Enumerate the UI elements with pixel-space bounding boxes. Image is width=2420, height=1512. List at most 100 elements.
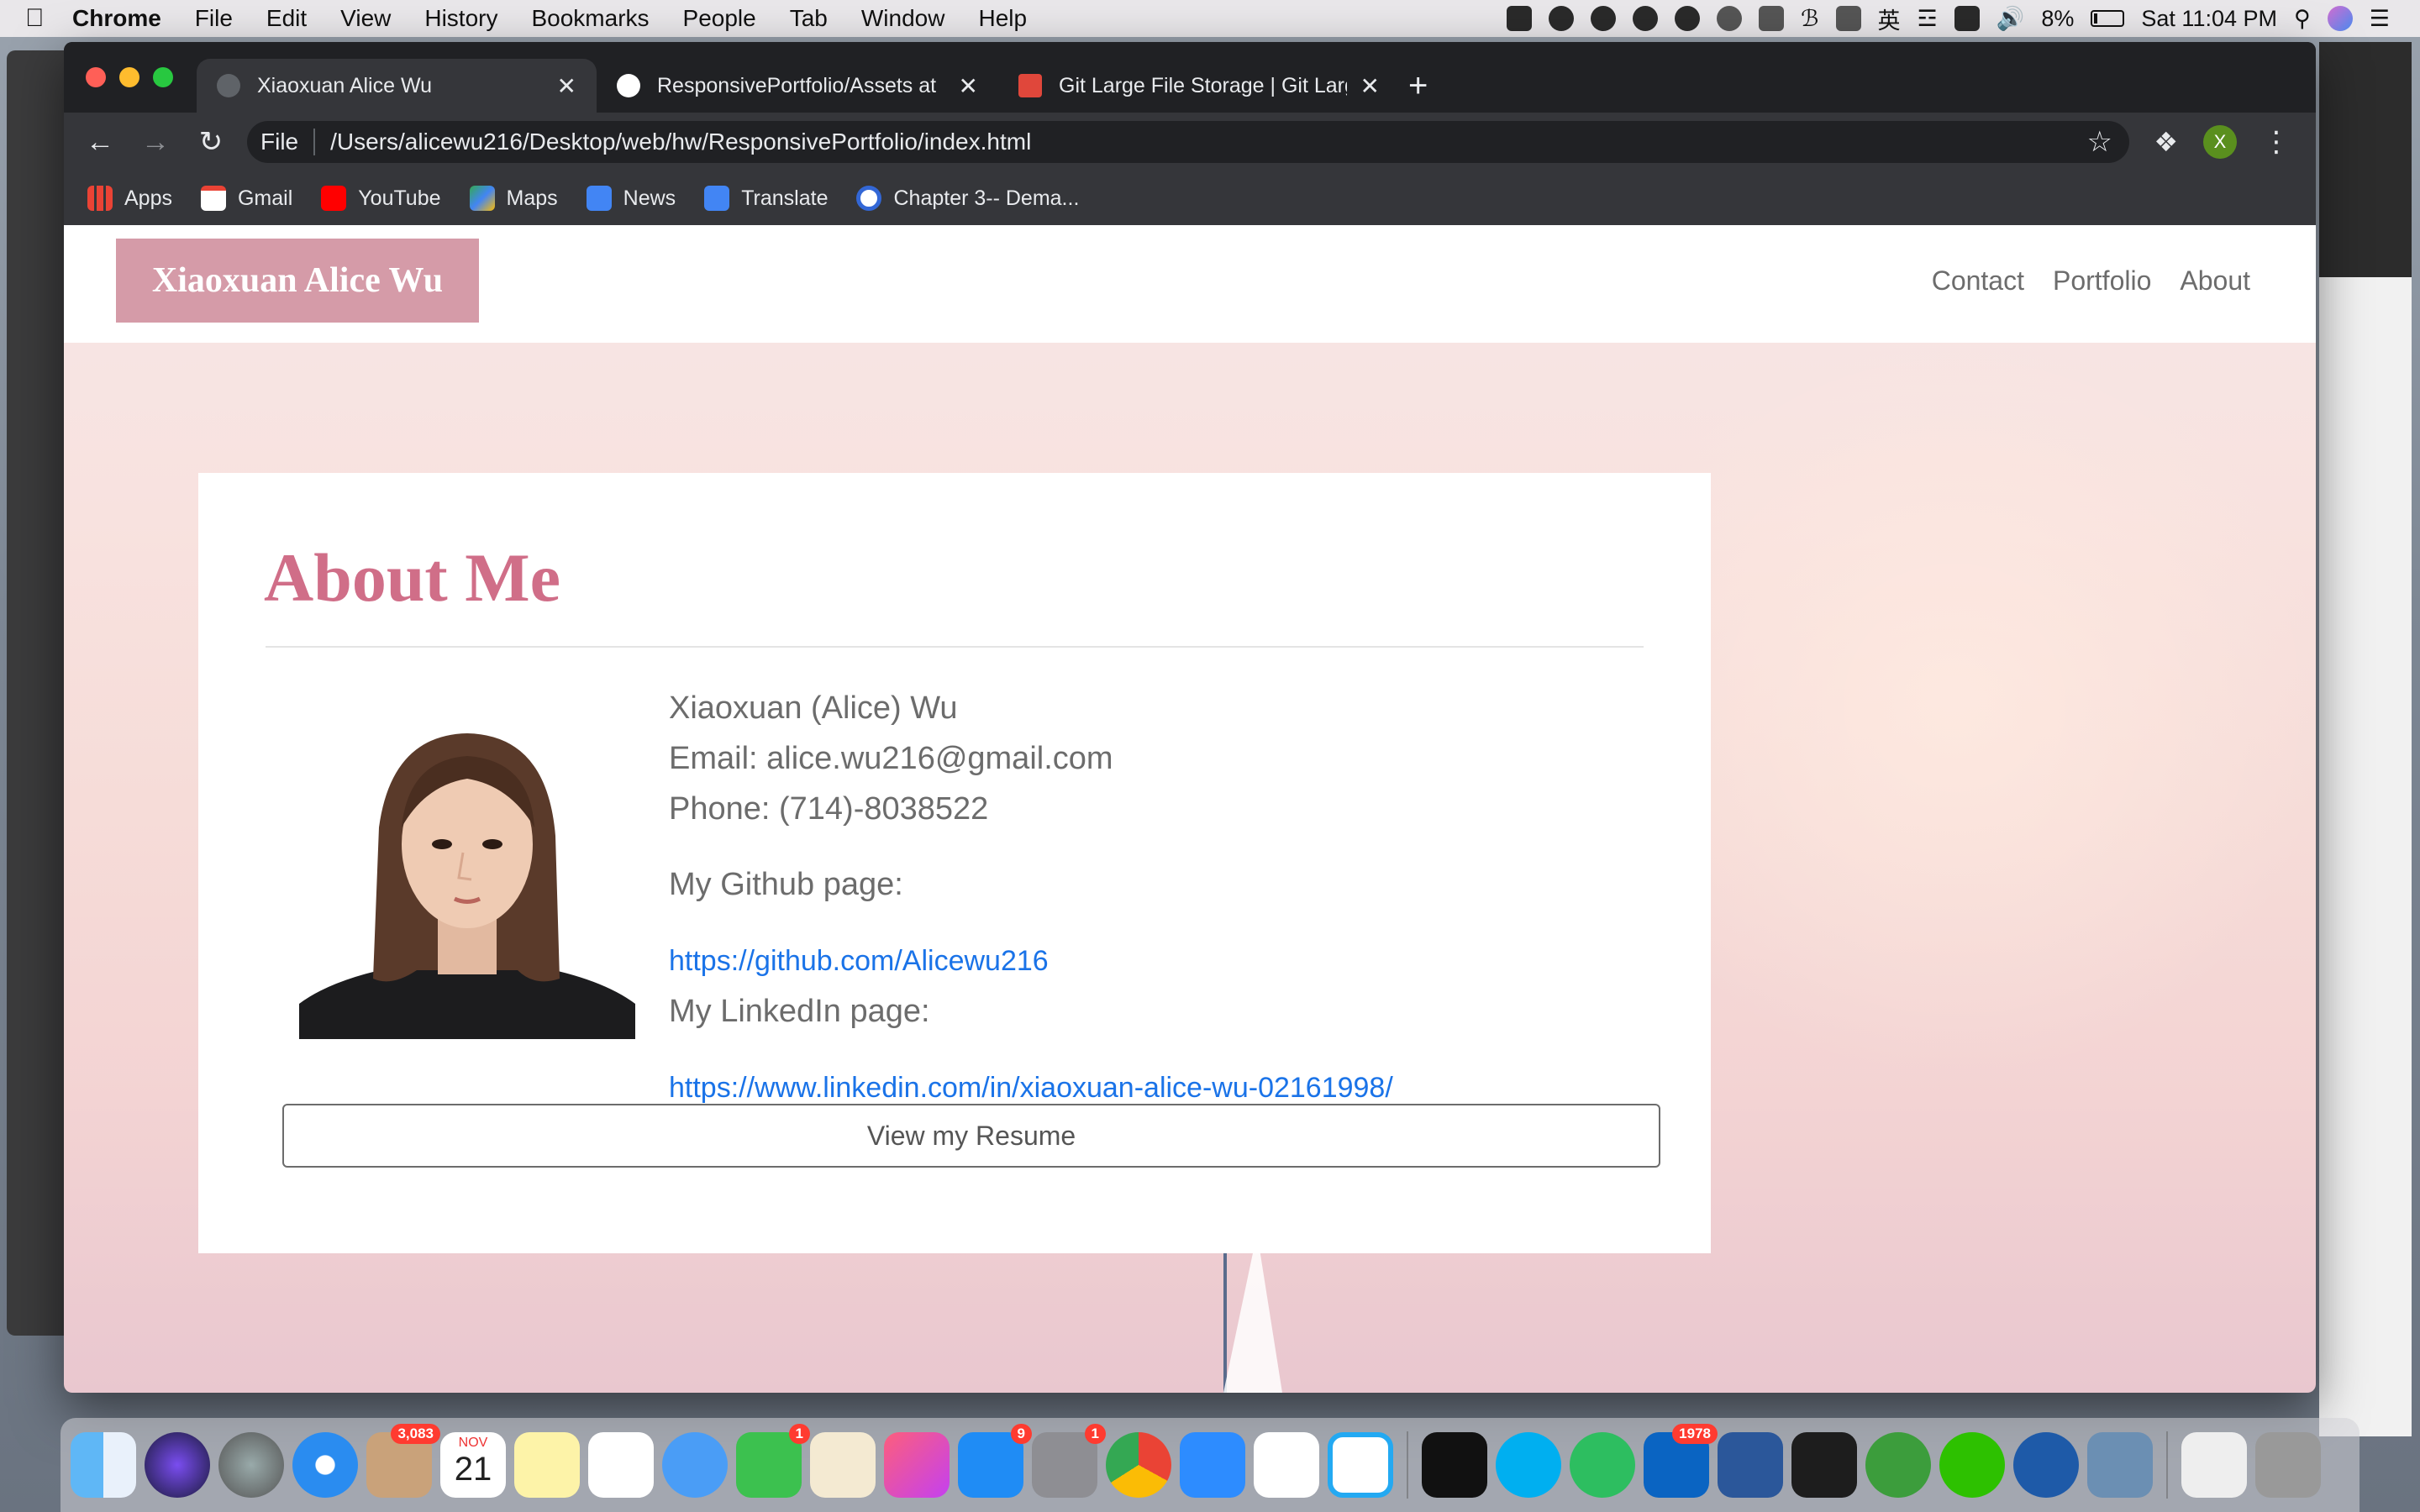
close-tab-icon[interactable]: ✕ [959, 72, 978, 100]
profile-avatar[interactable]: X [2203, 125, 2237, 159]
display-status-icon[interactable] [1835, 6, 1861, 31]
battery-icon[interactable] [2091, 10, 2125, 27]
slack-icon[interactable] [1254, 1432, 1319, 1498]
microphone-status-icon[interactable] [1759, 6, 1785, 31]
bookmark-translate[interactable]: Translate [704, 186, 828, 211]
forward-arrow-icon[interactable]: → [136, 123, 175, 161]
site-brand[interactable]: Xiaoxuan Alice Wu [116, 239, 479, 323]
pages-icon[interactable] [810, 1432, 876, 1498]
finder-icon[interactable] [71, 1432, 136, 1498]
dock-separator [2166, 1431, 2168, 1499]
tab-github-assets[interactable]: ResponsivePortfolio/Assets at ✕ [597, 59, 998, 113]
view-resume-button[interactable]: View my Resume [282, 1104, 1660, 1168]
siri-icon[interactable] [2327, 6, 2353, 31]
nav-about[interactable]: About [2180, 265, 2250, 297]
menu-edit[interactable]: Edit [266, 5, 307, 32]
quizlet-icon [856, 186, 882, 211]
document-thumbnail-icon[interactable] [2181, 1432, 2247, 1498]
siri-dock-icon[interactable] [145, 1432, 210, 1498]
menu-window[interactable]: Window [861, 5, 945, 32]
facetime-icon[interactable]: 1 [736, 1424, 810, 1498]
activity-monitor-icon[interactable] [1791, 1432, 1857, 1498]
system-preferences-icon[interactable]: 1 [1032, 1424, 1106, 1498]
menu-file[interactable]: File [195, 5, 233, 32]
outlook-icon[interactable]: 1978 [1644, 1424, 1718, 1498]
tab-title: ResponsivePortfolio/Assets at [657, 73, 937, 97]
preview-icon[interactable] [2087, 1432, 2153, 1498]
emoji-status-icon[interactable] [1717, 6, 1743, 31]
battery-percentage[interactable]: 8% [2041, 6, 2074, 32]
trash-icon[interactable] [2255, 1432, 2321, 1498]
menu-people[interactable]: People [683, 5, 756, 32]
bluetooth-icon[interactable]: ℬ [1801, 6, 1818, 32]
menu-tab[interactable]: Tab [790, 5, 828, 32]
zoom-icon[interactable] [1180, 1432, 1245, 1498]
close-tab-icon[interactable]: ✕ [1360, 72, 1380, 100]
notification-center-icon[interactable]: ☰ [2370, 6, 2390, 32]
menu-bookmarks[interactable]: Bookmarks [531, 5, 649, 32]
menu-app-name[interactable]: Chrome [72, 5, 161, 32]
chrome-menu-icon[interactable]: ⋮ [2262, 125, 2291, 159]
new-tab-button[interactable]: + [1408, 59, 1428, 113]
cd-app-icon[interactable] [1865, 1432, 1931, 1498]
close-window-button[interactable] [86, 67, 106, 87]
back-arrow-icon[interactable]: ← [81, 123, 119, 161]
evernote-status-icon[interactable] [1549, 6, 1575, 31]
app-store-icon[interactable]: 9 [958, 1424, 1032, 1498]
checkmark-status-icon[interactable] [1591, 6, 1617, 31]
tab-portfolio[interactable]: Xiaoxuan Alice Wu ✕ [197, 59, 597, 113]
music-icon[interactable] [884, 1432, 950, 1498]
nav-portfolio[interactable]: Portfolio [2053, 265, 2151, 297]
input-method-indicator[interactable]: 英 [1878, 3, 1901, 35]
extensions-puzzle-icon[interactable]: ❖ [2154, 126, 2178, 158]
skype-icon[interactable] [1496, 1432, 1561, 1498]
address-bar[interactable]: i File /Users/alicewu216/Desktop/web/hw/… [247, 121, 2129, 356]
zoom-status-icon[interactable] [1507, 6, 1533, 31]
close-tab-icon[interactable]: ✕ [557, 72, 576, 100]
url-text[interactable]: /Users/alicewu216/Desktop/web/hw/Respons… [330, 129, 1031, 155]
menu-history[interactable]: History [424, 5, 497, 32]
bookmarks-bar: Apps Gmail YouTube Maps News Translate C… [64, 171, 2316, 225]
bookmark-star-icon[interactable]: ☆ [2087, 125, 2112, 159]
zoom-window-button[interactable] [153, 67, 173, 87]
prefs-badge: 1 [1084, 1424, 1106, 1444]
apple-menu-icon[interactable]:  [25, 4, 72, 33]
wifi-icon[interactable]: ☲ [1918, 6, 1938, 32]
volume-icon[interactable]: 🔊 [1996, 5, 2025, 32]
spotlight-search-icon[interactable]: ⚲ [2294, 6, 2311, 32]
reload-icon[interactable]: ↻ [192, 123, 230, 161]
bookmark-apps[interactable]: Apps [87, 186, 172, 211]
wechat-icon[interactable] [1939, 1432, 2005, 1498]
title-divider [266, 646, 1644, 648]
evernote-icon[interactable] [1570, 1432, 1635, 1498]
bookmark-gmail[interactable]: Gmail [200, 186, 292, 211]
scrivener-status-icon[interactable] [1954, 6, 1980, 31]
quicktime-icon[interactable] [2013, 1432, 2079, 1498]
word-icon[interactable] [1718, 1432, 1783, 1498]
nav-contact[interactable]: Contact [1932, 265, 2024, 297]
safari-icon[interactable] [292, 1432, 358, 1498]
terminal-icon[interactable] [1422, 1432, 1487, 1498]
minimize-window-button[interactable] [119, 67, 139, 87]
bookmark-youtube[interactable]: YouTube [321, 186, 441, 211]
menu-view[interactable]: View [340, 5, 391, 32]
bookmark-news[interactable]: News [586, 186, 676, 211]
wechat-status-icon[interactable] [1675, 6, 1701, 31]
mail-icon[interactable]: 3,083 [366, 1424, 440, 1498]
bookmark-maps[interactable]: Maps [469, 186, 558, 211]
messages-icon[interactable] [662, 1432, 728, 1498]
notes-icon[interactable] [514, 1432, 580, 1498]
tab-git-lfs[interactable]: Git Large File Storage | Git Larg ✕ [998, 59, 1400, 113]
github-link[interactable]: https://github.com/Alicewu216 [669, 945, 1049, 977]
linkedin-link[interactable]: https://www.linkedin.com/in/xiaoxuan-ali… [669, 1072, 1393, 1104]
site-navbar: Xiaoxuan Alice Wu Contact Portfolio Abou… [64, 225, 2316, 343]
cloud-status-icon[interactable] [1633, 6, 1659, 31]
menu-help[interactable]: Help [978, 5, 1027, 32]
reminders-icon[interactable] [588, 1432, 654, 1498]
calendar-icon[interactable]: NOV 21 [440, 1432, 506, 1498]
menubar-clock[interactable]: Sat 11:04 PM [2141, 6, 2277, 32]
vscode-icon[interactable] [1328, 1432, 1393, 1498]
chrome-icon[interactable] [1106, 1432, 1171, 1498]
bookmark-chapter3[interactable]: Chapter 3-- Dema... [856, 186, 1079, 211]
launchpad-icon[interactable] [218, 1432, 284, 1498]
